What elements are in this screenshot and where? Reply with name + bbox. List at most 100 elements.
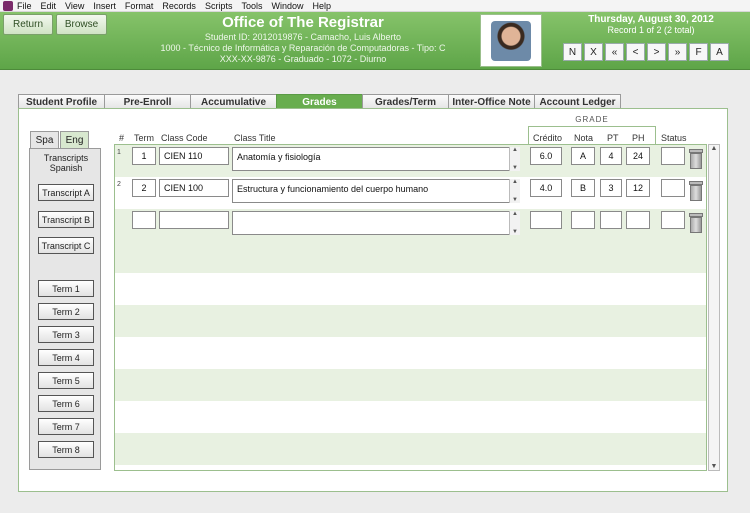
status-field[interactable] bbox=[661, 147, 685, 165]
class-code-field[interactable]: CIEN 100 bbox=[159, 179, 229, 197]
transcript-b-button[interactable]: Transcript B bbox=[38, 211, 94, 228]
title-scroll[interactable]: ▲ ▼ bbox=[509, 211, 520, 235]
program-line: 1000 - Técnico de Informática y Reparaci… bbox=[160, 43, 446, 53]
term-field[interactable] bbox=[132, 211, 156, 229]
row-number: 1 bbox=[117, 149, 121, 156]
browse-button[interactable]: Browse bbox=[56, 14, 107, 35]
new-record-button[interactable]: N bbox=[563, 43, 582, 61]
app-icon bbox=[3, 0, 13, 11]
term-field[interactable]: 1 bbox=[132, 147, 156, 165]
credito-field[interactable] bbox=[530, 211, 562, 229]
menu-edit[interactable]: Edit bbox=[41, 1, 57, 11]
term-2-button[interactable]: Term 2 bbox=[38, 303, 94, 320]
table-row bbox=[115, 369, 706, 401]
pt-field[interactable] bbox=[600, 211, 622, 229]
menu-window[interactable]: Window bbox=[271, 1, 303, 11]
next-record-button[interactable]: > bbox=[647, 43, 666, 61]
term-3-button[interactable]: Term 3 bbox=[38, 326, 94, 343]
tab-spanish[interactable]: Spa bbox=[30, 131, 59, 149]
table-row bbox=[115, 241, 706, 273]
grid-scrollbar[interactable]: ▲ ▼ bbox=[708, 144, 720, 471]
transcript-c-button[interactable]: Transcript C bbox=[38, 237, 94, 254]
menu-help[interactable]: Help bbox=[312, 1, 331, 11]
menu-format[interactable]: Format bbox=[125, 1, 154, 11]
ph-field[interactable]: 24 bbox=[626, 147, 650, 165]
record-nav: N X « < > » F A bbox=[563, 43, 729, 61]
menu-insert[interactable]: Insert bbox=[93, 1, 116, 11]
table-row bbox=[115, 273, 706, 305]
col-ph: PH bbox=[632, 133, 645, 143]
title-scroll[interactable]: ▲ ▼ bbox=[509, 147, 520, 171]
nota-field[interactable]: B bbox=[571, 179, 595, 197]
tab-grades-term[interactable]: Grades/Term bbox=[362, 94, 449, 109]
last-record-button[interactable]: » bbox=[668, 43, 687, 61]
menu-bar: File Edit View Insert Format Records Scr… bbox=[0, 0, 750, 12]
grade-header: GRADE bbox=[575, 115, 609, 124]
credito-field[interactable]: 6.0 bbox=[530, 147, 562, 165]
prev-record-button[interactable]: < bbox=[626, 43, 645, 61]
trash-icon[interactable] bbox=[689, 213, 703, 233]
trash-icon[interactable] bbox=[689, 149, 703, 169]
student-line: Student ID: 2012019876 - Camacho, Luis A… bbox=[204, 32, 402, 42]
tab-accumulative[interactable]: Accumulative bbox=[190, 94, 277, 109]
chevron-down-icon[interactable]: ▼ bbox=[512, 165, 518, 171]
ph-field[interactable] bbox=[626, 211, 650, 229]
find-button[interactable]: F bbox=[689, 43, 708, 61]
scroll-down-icon[interactable]: ▼ bbox=[711, 463, 718, 470]
menu-tools[interactable]: Tools bbox=[241, 1, 262, 11]
tab-english[interactable]: Eng bbox=[60, 131, 89, 149]
page-title: Office of The Registrar bbox=[222, 14, 384, 31]
term-4-button[interactable]: Term 4 bbox=[38, 349, 94, 366]
transcript-a-button[interactable]: Transcript A bbox=[38, 184, 94, 201]
nota-field[interactable] bbox=[571, 211, 595, 229]
term-8-button[interactable]: Term 8 bbox=[38, 441, 94, 458]
chevron-up-icon[interactable]: ▲ bbox=[512, 179, 518, 185]
status-field[interactable] bbox=[661, 179, 685, 197]
class-code-field[interactable]: CIEN 110 bbox=[159, 147, 229, 165]
menu-scripts[interactable]: Scripts bbox=[205, 1, 233, 11]
status-field[interactable] bbox=[661, 211, 685, 229]
transcript-panel: Transcripts Spanish Transcript A Transcr… bbox=[29, 148, 101, 470]
menu-file[interactable]: File bbox=[17, 1, 32, 11]
row-number: 2 bbox=[117, 181, 121, 188]
class-code-field[interactable] bbox=[159, 211, 229, 229]
menu-records[interactable]: Records bbox=[162, 1, 196, 11]
nota-field[interactable]: A bbox=[571, 147, 595, 165]
first-record-button[interactable]: « bbox=[605, 43, 624, 61]
col-pt: PT bbox=[607, 133, 619, 143]
col-credito: Crédito bbox=[533, 133, 563, 143]
term-5-button[interactable]: Term 5 bbox=[38, 372, 94, 389]
table-row bbox=[115, 337, 706, 369]
tab-grades[interactable]: Grades bbox=[276, 94, 363, 109]
tab-pre-enroll[interactable]: Pre-Enroll bbox=[104, 94, 191, 109]
col-nota: Nota bbox=[574, 133, 594, 143]
term-field[interactable]: 2 bbox=[132, 179, 156, 197]
table-row bbox=[115, 433, 706, 465]
return-button[interactable]: Return bbox=[3, 14, 53, 35]
chevron-up-icon[interactable]: ▲ bbox=[512, 211, 518, 217]
col-class-title: Class Title bbox=[234, 133, 276, 143]
tab-account-ledger[interactable]: Account Ledger bbox=[534, 94, 621, 109]
class-title-field[interactable]: Anatomía y fisiología bbox=[232, 147, 520, 171]
scroll-up-icon[interactable]: ▲ bbox=[711, 145, 718, 152]
tab-student-profile[interactable]: Student Profile bbox=[18, 94, 105, 109]
pt-field[interactable]: 3 bbox=[600, 179, 622, 197]
pt-field[interactable]: 4 bbox=[600, 147, 622, 165]
chevron-down-icon[interactable]: ▼ bbox=[512, 229, 518, 235]
trash-icon[interactable] bbox=[689, 181, 703, 201]
class-title-field[interactable]: Estructura y funcionamiento del cuerpo h… bbox=[232, 179, 520, 203]
credito-field[interactable]: 4.0 bbox=[530, 179, 562, 197]
class-title-field[interactable] bbox=[232, 211, 520, 235]
term-6-button[interactable]: Term 6 bbox=[38, 395, 94, 412]
chevron-down-icon[interactable]: ▼ bbox=[512, 197, 518, 203]
menu-view[interactable]: View bbox=[65, 1, 84, 11]
term-1-button[interactable]: Term 1 bbox=[38, 280, 94, 297]
all-button[interactable]: A bbox=[710, 43, 729, 61]
delete-record-button[interactable]: X bbox=[584, 43, 603, 61]
title-scroll[interactable]: ▲ ▼ bbox=[509, 179, 520, 203]
ph-field[interactable]: 12 bbox=[626, 179, 650, 197]
chevron-up-icon[interactable]: ▲ bbox=[512, 147, 518, 153]
term-7-button[interactable]: Term 7 bbox=[38, 418, 94, 435]
col-status: Status bbox=[661, 133, 687, 143]
tab-inter-office-note[interactable]: Inter-Office Note bbox=[448, 94, 535, 109]
